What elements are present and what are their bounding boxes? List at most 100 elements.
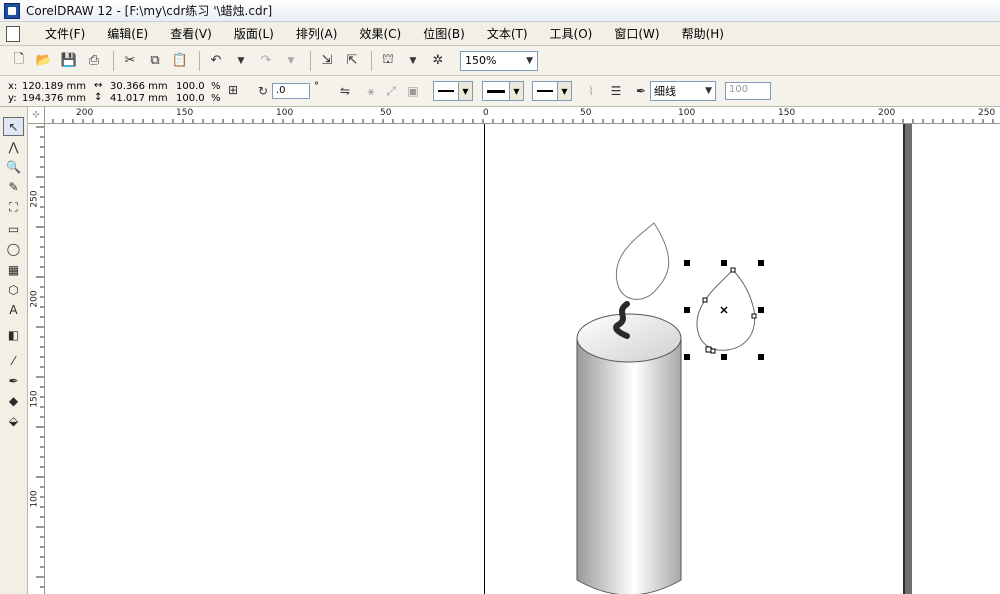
end-arrow-select[interactable]: ▼ [532, 81, 572, 101]
rotate-icon[interactable]: ↻ [254, 82, 272, 100]
desktop-area[interactable] [912, 124, 1000, 594]
line-style-select[interactable]: ▼ [482, 81, 524, 101]
line-start-sample [438, 90, 454, 92]
zoom-level-select[interactable]: 150% ▼ [460, 50, 538, 71]
menu-arrange[interactable]: 排列(A) [285, 23, 349, 45]
menu-tools[interactable]: 工具(O) [539, 23, 604, 45]
x-position-label: x: [8, 81, 18, 92]
ruler-tick-label: 0 [483, 108, 489, 118]
ruler-origin-corner[interactable]: ⊹ [28, 107, 45, 124]
copy-icon[interactable]: ⧉ [144, 50, 166, 72]
redo-dropdown-icon[interactable]: ▼ [280, 50, 302, 72]
export-icon[interactable]: ⇱ [341, 50, 363, 72]
zoom-tool-icon[interactable]: 🔍 [3, 157, 24, 176]
save-icon[interactable]: 💾 [58, 50, 80, 72]
chevron-down-icon[interactable]: ▼ [526, 56, 533, 66]
toolbar-separator [199, 50, 200, 71]
pick-tool-icon[interactable]: ↖ [3, 117, 24, 136]
menu-effects[interactable]: 效果(C) [348, 23, 412, 45]
text-tool-icon[interactable]: A [3, 300, 24, 319]
polygon-tool-icon[interactable]: ▦ [3, 260, 24, 279]
object-height-field[interactable]: 41.017 mm [110, 93, 168, 104]
interactive-fill-tool-icon[interactable]: ⬙ [3, 411, 24, 430]
menu-bitmaps[interactable]: 位图(B) [412, 23, 476, 45]
ellipse-tool-icon[interactable]: ◯ [3, 239, 24, 258]
ruler-tick-label: 250 [978, 108, 996, 118]
chevron-down-icon[interactable]: ▼ [705, 86, 715, 96]
drawing-canvas[interactable] [45, 124, 1000, 594]
menu-text[interactable]: 文本(T) [476, 23, 539, 45]
opacity-field[interactable]: 100 [725, 82, 771, 100]
property-bar: x: 120.189 mm y: 194.376 mm ↔ 30.366 mm … [0, 76, 1000, 107]
coreldraw-app-icon[interactable] [4, 2, 20, 19]
ruler-tick-label: 150 [778, 108, 796, 118]
corel-online-icon[interactable]: ✲ [427, 50, 449, 72]
undo-icon[interactable]: ↶ [205, 50, 227, 72]
eyedropper-tool-icon[interactable]: ⁄ [3, 351, 24, 370]
chevron-down-icon[interactable]: ▼ [557, 82, 571, 100]
ruler-tick-label: 100 [678, 108, 696, 118]
fill-tool-icon[interactable]: ◆ [3, 391, 24, 410]
rotation-angle-field[interactable]: .0 [272, 83, 310, 99]
document-icon[interactable] [6, 25, 20, 42]
zoom-level-value: 150% [465, 54, 497, 67]
x-position-field[interactable]: 120.189 mm [22, 81, 86, 92]
toolbox: ↖ ⋀ 🔍 ✎ ⛶ ▭ ◯ ▦ ⬡ A ◧ ⁄ ✒ ◆ ⬙ [0, 107, 28, 594]
scale-width-field[interactable]: 100.0 [176, 81, 205, 92]
redo-icon[interactable]: ↷ [255, 50, 277, 72]
text-wrap-icon[interactable]: ☰ [607, 82, 625, 100]
ruler-tick-label: 200 [29, 290, 40, 308]
menu-file[interactable]: 文件(F) [34, 23, 96, 45]
new-document-icon[interactable]: 🗋 [8, 50, 30, 72]
group-icon[interactable]: ▣ [404, 82, 422, 100]
lock-ratio-icon[interactable]: ⊞ [224, 81, 242, 99]
toolbar-separator [310, 50, 311, 71]
interactive-tool-icon[interactable]: ◧ [3, 325, 24, 344]
chevron-down-icon[interactable]: ▼ [509, 82, 523, 100]
menu-window[interactable]: 窗口(W) [603, 23, 670, 45]
line-style-sample [487, 89, 505, 93]
extend-curve-icon[interactable]: ⤢ [382, 82, 400, 100]
open-icon[interactable]: 📂 [33, 50, 55, 72]
launcher-dropdown-icon[interactable]: ▼ [402, 50, 424, 72]
object-width-field[interactable]: 30.366 mm [110, 81, 168, 92]
rectangle-tool-icon[interactable]: ▭ [3, 219, 24, 238]
page-shadow [905, 124, 912, 594]
node-join-icon[interactable]: ⚹ [362, 82, 380, 100]
ruler-tick-label: 50 [380, 108, 392, 118]
y-position-field[interactable]: 194.376 mm [22, 93, 86, 104]
application-launcher-icon[interactable]: ⛫ [377, 50, 399, 72]
opacity-value: 100 [729, 84, 749, 95]
start-arrow-select[interactable]: ▼ [433, 81, 473, 101]
import-icon[interactable]: ⇲ [316, 50, 338, 72]
freehand-tool-icon[interactable]: ✎ [3, 177, 24, 196]
cut-icon[interactable]: ✂ [119, 50, 141, 72]
shape-tool-icon[interactable]: ⋀ [3, 137, 24, 156]
basic-shapes-tool-icon[interactable]: ⬡ [3, 280, 24, 299]
ruler-tick-label: 200 [878, 108, 896, 118]
menu-edit[interactable]: 编辑(E) [96, 23, 159, 45]
outline-tool-icon[interactable]: ✒ [3, 371, 24, 390]
line-end-sample [537, 90, 553, 92]
print-icon[interactable]: ⎙ [83, 50, 105, 72]
chevron-down-icon[interactable]: ▼ [458, 82, 472, 100]
outline-width-select[interactable]: 细线 ▼ [650, 81, 716, 101]
paste-icon[interactable]: 📋 [169, 50, 191, 72]
ruler-tick-label: 50 [580, 108, 592, 118]
outline-pen-icon[interactable]: ✒ [632, 82, 650, 100]
height-icon: ↕ [94, 92, 103, 103]
menu-layout[interactable]: 版面(L) [223, 23, 285, 45]
undo-dropdown-icon[interactable]: ▼ [230, 50, 252, 72]
horizontal-ruler[interactable]: 200 150 100 50 0 50 100 150 200 250 [28, 107, 1000, 124]
smart-fill-tool-icon[interactable]: ⛶ [3, 198, 24, 217]
ruler-tick-label: 100 [29, 490, 40, 508]
percent-unit: % [211, 81, 221, 92]
menu-view[interactable]: 查看(V) [159, 23, 223, 45]
vertical-guideline[interactable] [484, 124, 485, 594]
menu-help[interactable]: 帮助(H) [671, 23, 735, 45]
wrap-text-icon[interactable]: ⌇ [582, 82, 600, 100]
scale-height-field[interactable]: 100.0 [176, 93, 205, 104]
vertical-ruler[interactable]: 250 200 150 100 [28, 124, 45, 594]
toolbar-separator [113, 50, 114, 71]
mirror-icon[interactable]: ⇋ [336, 82, 354, 100]
